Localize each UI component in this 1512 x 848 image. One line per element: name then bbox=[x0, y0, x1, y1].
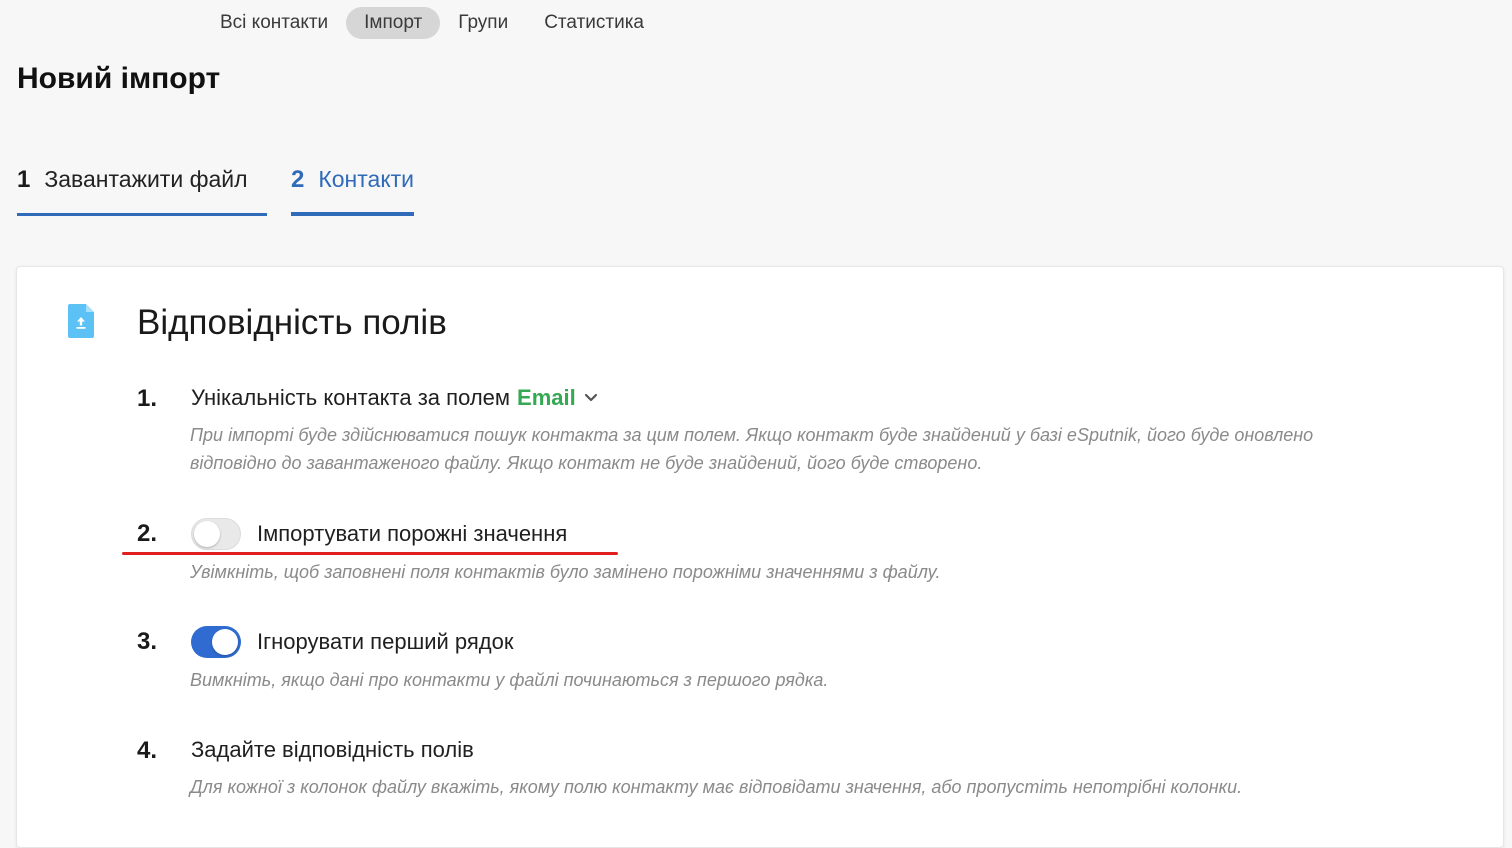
step-number: 2 bbox=[291, 166, 305, 193]
item-label: Ігнорувати перший рядок bbox=[257, 629, 514, 654]
card-title: Відповідність полів bbox=[137, 303, 447, 342]
step-label: Контакти bbox=[318, 166, 415, 192]
ignore-first-row-toggle[interactable] bbox=[191, 626, 241, 658]
item-label: Унікальність контакта за полем bbox=[191, 385, 511, 410]
tab-groups[interactable]: Групи bbox=[440, 7, 526, 39]
item-number: 1. bbox=[137, 385, 158, 412]
toggle-knob bbox=[194, 521, 220, 547]
step-upload-file[interactable]: 1 Завантажити файл bbox=[17, 166, 267, 216]
step-contacts[interactable]: 2 Контакти bbox=[291, 166, 415, 216]
desc-line: При імпорті буде здійснюватися пошук кон… bbox=[190, 425, 1314, 445]
item-number: 3. bbox=[137, 628, 158, 655]
top-nav: Всі контакти Імпорт Групи Статистика bbox=[202, 7, 662, 39]
tab-statistics[interactable]: Статистика bbox=[526, 7, 662, 39]
item-header: Унікальність контакта за полем Email bbox=[191, 385, 598, 411]
annotation-underline bbox=[122, 552, 618, 555]
unique-field-dropdown[interactable]: Email bbox=[517, 385, 576, 411]
field-mapping-card: Відповідність полів 1. Унікальність конт… bbox=[16, 266, 1504, 848]
tab-import[interactable]: Імпорт bbox=[346, 7, 441, 39]
toggle-knob bbox=[212, 629, 238, 655]
item-header: Імпортувати порожні значення bbox=[191, 518, 567, 550]
chevron-down-icon[interactable] bbox=[584, 393, 598, 403]
file-upload-icon bbox=[68, 304, 94, 338]
tab-all-contacts[interactable]: Всі контакти bbox=[202, 7, 346, 39]
page-title: Новий імпорт bbox=[17, 62, 221, 95]
item-description: Вимкніть, якщо дані про контакти у файлі… bbox=[190, 670, 829, 690]
import-empty-values-toggle[interactable] bbox=[191, 518, 241, 550]
item-description: Для кожної з колонок файлу вкажіть, яком… bbox=[190, 777, 1243, 797]
item-header: Ігнорувати перший рядок bbox=[191, 626, 514, 658]
item-description: При імпорті буде здійснюватися пошук кон… bbox=[190, 421, 1390, 477]
wizard-steps: 1 Завантажити файл 2 Контакти bbox=[17, 166, 420, 216]
item-header: Задайте відповідність полів bbox=[191, 737, 474, 763]
step-number: 1 bbox=[17, 166, 31, 193]
item-description: Увімкніть, щоб заповнені поля контактів … bbox=[190, 562, 941, 582]
item-number: 2. bbox=[137, 520, 158, 547]
desc-line: відповідно до завантаженого файлу. Якщо … bbox=[190, 453, 983, 473]
item-number: 4. bbox=[137, 737, 158, 764]
step-label: Завантажити файл bbox=[44, 166, 248, 192]
item-label: Задайте відповідність полів bbox=[191, 737, 474, 762]
item-label: Імпортувати порожні значення bbox=[257, 521, 568, 546]
